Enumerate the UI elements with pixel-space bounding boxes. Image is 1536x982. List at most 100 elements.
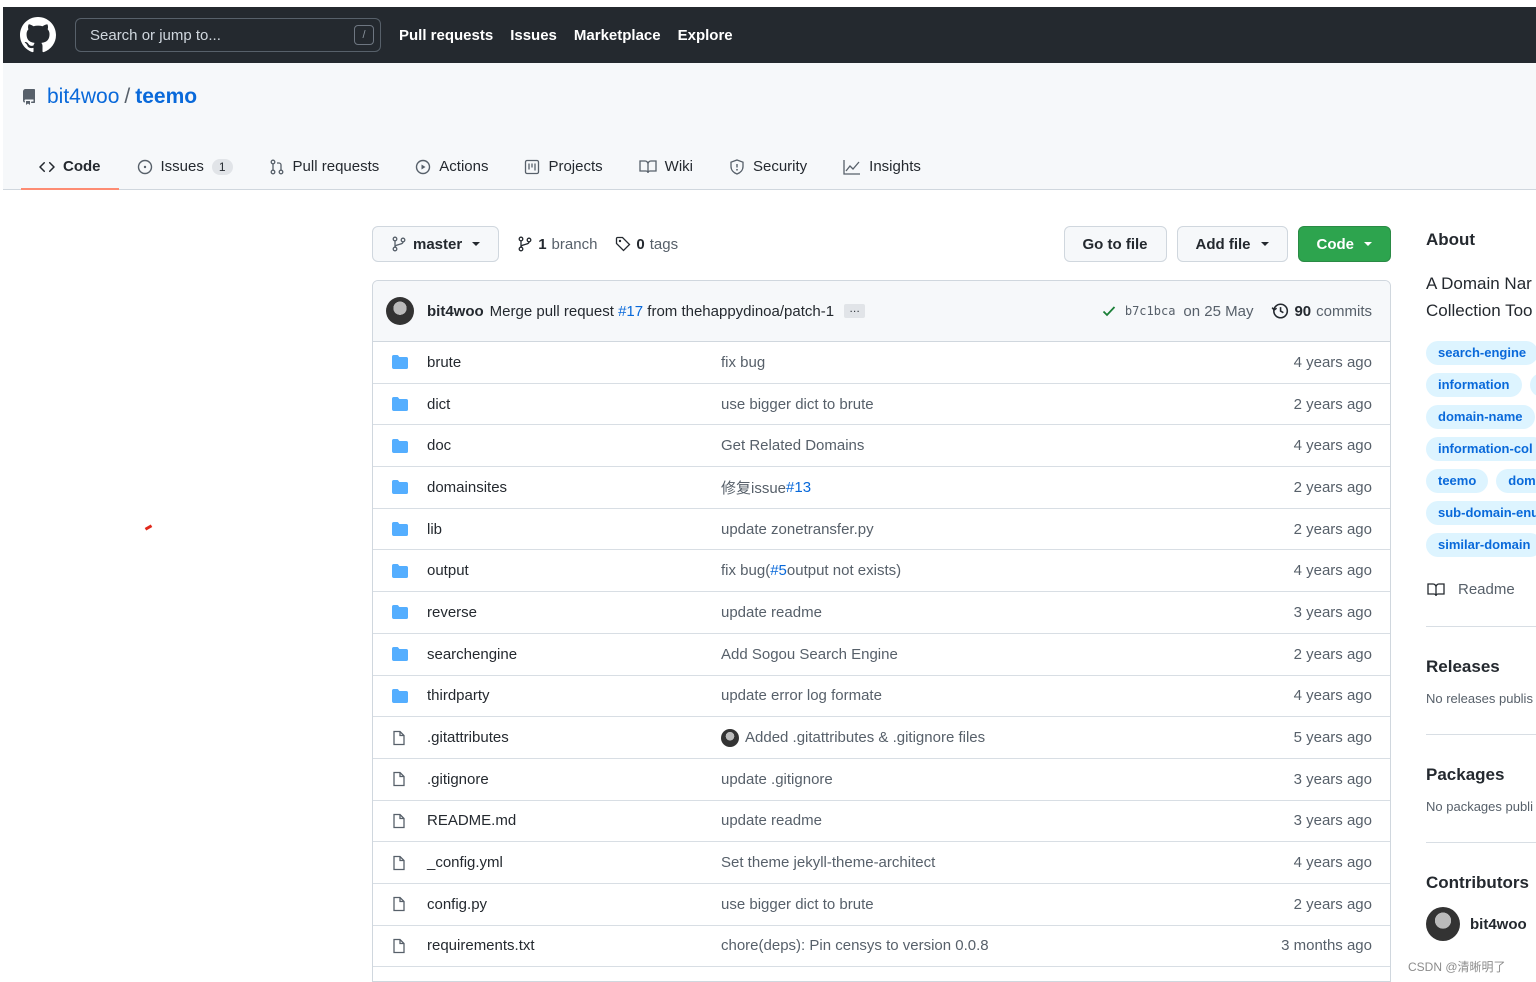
- topic-tag[interactable]: sub-domain-enu: [1426, 501, 1536, 525]
- repo-owner-link[interactable]: bit4woo: [47, 85, 119, 109]
- commit-pr-link[interactable]: #17: [618, 303, 643, 320]
- commit-message-link[interactable]: Set theme jekyll-theme-architect: [721, 854, 935, 871]
- commits-link[interactable]: 90 commits: [1271, 302, 1372, 320]
- issue-link[interactable]: #13: [786, 479, 811, 496]
- commit-sha-link[interactable]: b7c1bca: [1125, 304, 1176, 318]
- file-row[interactable]: config.py use bigger dict to brute 2 years…: [373, 884, 1390, 926]
- commit-message-link[interactable]: update .gitignore: [721, 771, 833, 788]
- topic-tag[interactable]: domain-name: [1426, 405, 1535, 429]
- tab-issues[interactable]: Issues 1: [119, 143, 251, 190]
- commit-author[interactable]: bit4woo: [427, 303, 484, 320]
- search-input[interactable]: Search or jump to... /: [75, 18, 381, 52]
- tab-security[interactable]: Security: [711, 143, 825, 190]
- branches-link[interactable]: 1 branch: [517, 236, 597, 253]
- packages-heading[interactable]: Packages: [1426, 765, 1536, 785]
- commit-message-post[interactable]: output not exists): [787, 562, 901, 579]
- go-to-file-button[interactable]: Go to file: [1063, 226, 1167, 262]
- nav-explore[interactable]: Explore: [678, 27, 733, 44]
- file-name-link[interactable]: README.md: [427, 812, 721, 829]
- file-row[interactable]: .gitignore update .gitignore 3 years ago: [373, 759, 1390, 801]
- file-name-link[interactable]: doc: [427, 437, 721, 454]
- commit-message-link[interactable]: fix bug(: [721, 562, 770, 579]
- tags-link[interactable]: 0 tags: [615, 236, 678, 253]
- file-row[interactable]: searchengine Add Sogou Search Engine 2 yea…: [373, 634, 1390, 676]
- readme-link[interactable]: Readme: [1426, 581, 1536, 598]
- file-name-link[interactable]: _config.yml: [427, 854, 721, 871]
- tab-label: Issues: [160, 158, 204, 175]
- github-logo-icon[interactable]: [19, 16, 57, 54]
- commit-message-link[interactable]: update readme: [721, 812, 822, 829]
- global-header: Search or jump to... / Pull requests Iss…: [3, 7, 1536, 63]
- file-row[interactable]: .gitattributes Added .gitattributes & .gi…: [373, 717, 1390, 759]
- file-row[interactable]: output fix bug(#5 output not exists) 4 yea…: [373, 550, 1390, 593]
- file-row[interactable]: requirements.txt chore(deps): Pin censys …: [373, 926, 1390, 968]
- avatar[interactable]: [386, 297, 414, 325]
- commit-message-pre[interactable]: Merge pull request: [490, 303, 614, 320]
- nav-marketplace[interactable]: Marketplace: [574, 27, 661, 44]
- commit-message-link[interactable]: Get Related Domains: [721, 437, 864, 454]
- file-row[interactable]: domainsites 修复issue #13 2 years ago: [373, 467, 1390, 509]
- releases-heading[interactable]: Releases: [1426, 657, 1536, 677]
- code-button[interactable]: Code: [1297, 226, 1391, 262]
- file-name-link[interactable]: .gitattributes: [427, 729, 721, 746]
- tag-count: 0: [636, 235, 645, 253]
- commit-message-link[interactable]: update zonetransfer.py: [721, 521, 874, 538]
- tab-pull-requests[interactable]: Pull requests: [251, 143, 398, 190]
- nav-pull-requests[interactable]: Pull requests: [399, 27, 493, 44]
- file-row[interactable]: _config.yml Set theme jekyll-theme-archit…: [373, 842, 1390, 884]
- commit-message-link[interactable]: use bigger dict to brute: [721, 896, 874, 913]
- commit-message-link[interactable]: update readme: [721, 604, 822, 621]
- issue-link[interactable]: #5: [770, 562, 787, 579]
- file-row[interactable]: lib update zonetransfer.py 2 years ago: [373, 509, 1390, 551]
- topic-tag[interactable]: i: [1529, 373, 1536, 397]
- topic-tag[interactable]: information: [1426, 373, 1522, 397]
- tab-code[interactable]: Code: [21, 143, 119, 190]
- file-row[interactable]: README.md update readme 3 years ago: [373, 801, 1390, 843]
- file-row[interactable]: brute fix bug 4 years ago: [373, 342, 1390, 384]
- folder-icon: [391, 688, 427, 704]
- commit-message-link[interactable]: use bigger dict to brute: [721, 396, 874, 413]
- commit-age: 2 years ago: [1293, 395, 1372, 413]
- contributors-heading[interactable]: Contributors: [1426, 873, 1536, 893]
- topic-tag[interactable]: teemo: [1426, 469, 1489, 493]
- commit-message-link[interactable]: fix bug: [721, 354, 765, 371]
- file-name-link[interactable]: brute: [427, 354, 721, 371]
- repo-name-link[interactable]: teemo: [135, 85, 197, 109]
- code-icon: [39, 159, 55, 175]
- commit-message-link[interactable]: chore(deps): Pin censys to version 0.0.8: [721, 937, 989, 954]
- file-name-link[interactable]: domainsites: [427, 479, 721, 496]
- commit-message-link[interactable]: 修复issue: [721, 477, 786, 498]
- add-file-button[interactable]: Add file: [1176, 226, 1288, 262]
- commit-message-post[interactable]: from thehappydinoa/patch-1: [647, 303, 834, 320]
- file-name-link[interactable]: .gitignore: [427, 771, 721, 788]
- tab-insights[interactable]: Insights: [825, 143, 939, 190]
- file-name-link[interactable]: searchengine: [427, 646, 721, 663]
- file-row[interactable]: reverse update readme 3 years ago: [373, 592, 1390, 634]
- file-row[interactable]: thirdparty update error log formate 4 year…: [373, 676, 1390, 718]
- topic-tag[interactable]: search-engine: [1426, 341, 1536, 365]
- tab-wiki[interactable]: Wiki: [621, 143, 711, 190]
- commit-message-link[interactable]: Added .gitattributes & .gitignore files: [745, 729, 985, 746]
- file-row[interactable]: doc Get Related Domains 4 years ago: [373, 425, 1390, 468]
- commit-message-link[interactable]: update error log formate: [721, 687, 882, 704]
- file-name-link[interactable]: dict: [427, 396, 721, 413]
- topic-tag[interactable]: similar-domain: [1426, 533, 1536, 557]
- nav-issues[interactable]: Issues: [510, 27, 557, 44]
- commit-message-link[interactable]: Add Sogou Search Engine: [721, 646, 898, 663]
- file-row[interactable]: dict use bigger dict to brute 2 years ago: [373, 384, 1390, 426]
- global-nav: Pull requests Issues Marketplace Explore: [399, 27, 733, 44]
- contributor-item[interactable]: bit4woo: [1426, 907, 1536, 941]
- file-name-link[interactable]: output: [427, 562, 721, 579]
- file-name-link[interactable]: requirements.txt: [427, 937, 721, 954]
- packages-empty-text: No packages publi: [1426, 799, 1533, 814]
- tab-projects[interactable]: Projects: [506, 143, 620, 190]
- file-name-link[interactable]: reverse: [427, 604, 721, 621]
- tab-actions[interactable]: Actions: [397, 143, 506, 190]
- topic-tag[interactable]: information-col: [1426, 437, 1536, 461]
- file-name-link[interactable]: lib: [427, 521, 721, 538]
- branch-select-button[interactable]: master: [372, 226, 500, 262]
- file-name-link[interactable]: config.py: [427, 896, 721, 913]
- commit-expand-button[interactable]: …: [844, 304, 866, 318]
- file-name-link[interactable]: thirdparty: [427, 687, 721, 704]
- topic-tag[interactable]: dom: [1496, 469, 1536, 493]
